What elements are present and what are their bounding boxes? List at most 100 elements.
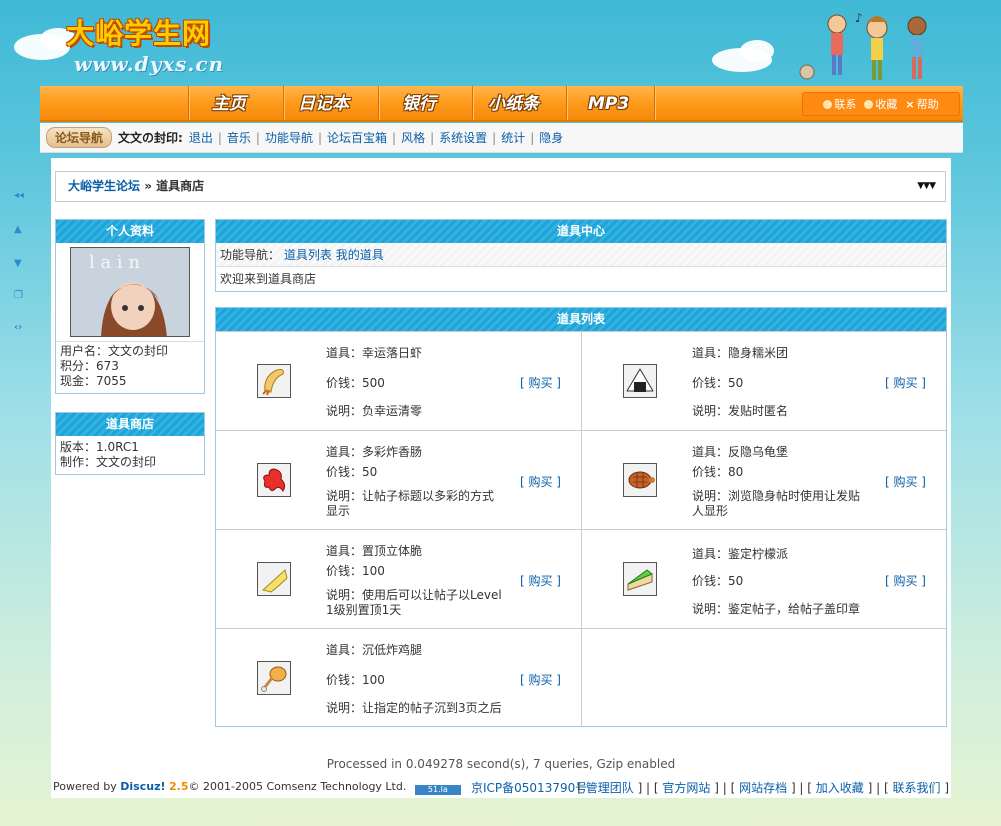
menu-link-feature-nav[interactable]: 功能导航 bbox=[265, 129, 313, 146]
item-name: 道具：幸运落日虾 bbox=[326, 346, 423, 360]
svg-text:l a i n: l a i n bbox=[89, 252, 140, 273]
menu-link-logout[interactable]: 退出 bbox=[189, 129, 213, 146]
profile-username: 文文の封印 bbox=[108, 344, 169, 358]
profile-points: 673 bbox=[96, 359, 119, 373]
footer-link-admin-team[interactable]: 管理团队 bbox=[586, 781, 634, 795]
welcome-message: 欢迎来到道具商店 bbox=[220, 272, 317, 286]
menu-link-style[interactable]: 风格 bbox=[401, 129, 425, 146]
nav-separator bbox=[566, 86, 568, 120]
footer-links: [ 管理团队 ] | [ 官方网站 ] | [ 网站存档 ] | [ 加入收藏 … bbox=[577, 781, 949, 795]
footer-link-contact[interactable]: 联系我们 bbox=[892, 781, 940, 795]
menu-link-stats[interactable]: 统计 bbox=[501, 129, 525, 146]
buy-button[interactable]: [ 购买 ] bbox=[520, 671, 561, 688]
person-icon bbox=[823, 100, 833, 109]
footer-link-add-favorite[interactable]: 加入收藏 bbox=[816, 781, 864, 795]
scroll-down-icon[interactable]: ▼ bbox=[14, 258, 22, 269]
item-list-box: 道具列表 道具：幸运落日虾 价钱：500 说明：负幸运清零 [ 购买 ] 道具：… bbox=[215, 307, 947, 727]
top-links: 联系 收藏 × 帮助 bbox=[802, 92, 960, 116]
forum-nav-button[interactable]: 论坛导航 bbox=[46, 127, 113, 148]
discuz-link[interactable]: Discuz! bbox=[120, 780, 165, 793]
nav-item-diary[interactable]: 日记本 bbox=[298, 91, 349, 117]
nav-separator bbox=[472, 86, 474, 120]
lemon-pie-icon bbox=[623, 562, 657, 596]
drumstick-icon bbox=[257, 661, 291, 695]
expand-icon[interactable]: ‹› bbox=[14, 322, 22, 333]
kids-illustration: ♪ bbox=[799, 11, 927, 80]
nav-item-home[interactable]: 主页 bbox=[212, 91, 246, 117]
profile-box: 个人资料 l a i n 用户名：文文の封印 积分：673 现金：7055 bbox=[55, 219, 205, 394]
buy-button[interactable]: [ 购买 ] bbox=[885, 572, 926, 589]
shop-info: 版本：1.0RC1 制作：文文の封印 bbox=[56, 436, 204, 474]
item-card: 道具：置顶立体脆 价钱：100 说明：使用后可以让帖子以Level 1级别置顶1… bbox=[216, 529, 582, 628]
cone-icon bbox=[257, 562, 291, 596]
scroll-up-icon[interactable]: ▲ bbox=[14, 224, 22, 235]
shop-info-box: 道具商店 版本：1.0RC1 制作：文文の封印 bbox=[55, 412, 205, 475]
item-card: 道具：鉴定柠檬派 价钱：50 说明：鉴定帖子，给帖子盖印章 [ 购买 ] bbox=[582, 529, 946, 628]
processing-info: Processed in 0.049278 second(s), 7 queri… bbox=[326, 757, 676, 771]
svg-text:♪: ♪ bbox=[855, 11, 863, 25]
item-price: 价钱：50 bbox=[692, 376, 744, 390]
person-icon bbox=[864, 100, 874, 109]
breadcrumb: 大峪学生论坛 » 道具商店 ▼▼▼ bbox=[55, 171, 946, 202]
site-header: 大峪学生网 www.dyxs.cn ♪ bbox=[0, 0, 1001, 86]
buy-button[interactable]: [ 购买 ] bbox=[520, 473, 561, 490]
main-nav-bar: 主页 日记本 银行 小纸条 MP3 联系 收藏 × 帮助 bbox=[40, 86, 963, 122]
item-center-header: 道具中心 bbox=[216, 220, 946, 243]
item-description: 说明：发贴时匿名 bbox=[692, 404, 789, 418]
page-footer: Powered by Discuz! 2.5© 2001-2005 Comsen… bbox=[51, 776, 951, 798]
site-logo-title[interactable]: 大峪学生网 bbox=[66, 12, 211, 52]
menu-link-invisible[interactable]: 隐身 bbox=[539, 129, 563, 146]
item-description: 说明：让指定的帖子沉到3页之后 bbox=[326, 701, 502, 715]
buy-button[interactable]: [ 购买 ] bbox=[520, 572, 561, 589]
nav-item-mp3[interactable]: MP3 bbox=[588, 91, 629, 117]
item-list-header: 道具列表 bbox=[216, 308, 946, 331]
footer-link-archive[interactable]: 网站存档 bbox=[739, 781, 787, 795]
profile-info: 用户名：文文の封印 积分：673 现金：7055 bbox=[56, 341, 204, 393]
contact-link[interactable]: 联系 bbox=[823, 96, 856, 112]
item-center-box: 道具中心 功能导航： 道具列表 我的道具 欢迎来到道具商店 bbox=[215, 219, 947, 292]
item-name: 道具：置顶立体脆 bbox=[326, 544, 423, 558]
item-description: 说明：让帖子标题以多彩的方式显示 bbox=[326, 489, 495, 518]
empty-cell bbox=[582, 628, 946, 727]
footer-link-official-site[interactable]: 官方网站 bbox=[662, 781, 710, 795]
powered-by: Powered by Discuz! 2.5© 2001-2005 Comsen… bbox=[53, 780, 462, 796]
item-description: 说明：使用后可以让帖子以Level 1级别置顶1天 bbox=[326, 588, 502, 617]
nav-separator bbox=[378, 86, 380, 120]
profile-cash-row: 现金：7055 bbox=[60, 374, 127, 388]
item-price: 价钱：100 bbox=[326, 673, 385, 687]
menu-link-toolbox[interactable]: 论坛百宝箱 bbox=[327, 129, 387, 146]
menu-link-settings[interactable]: 系统设置 bbox=[439, 129, 487, 146]
help-link[interactable]: × 帮助 bbox=[905, 96, 938, 112]
buy-button[interactable]: [ 购买 ] bbox=[885, 374, 926, 391]
buy-button[interactable]: [ 购买 ] bbox=[520, 374, 561, 391]
stats-badge[interactable]: 51.la bbox=[413, 784, 462, 796]
item-grid: 道具：幸运落日虾 价钱：500 说明：负幸运清零 [ 购买 ] 道具：隐身糯米团… bbox=[216, 331, 946, 727]
menu-link-music[interactable]: 音乐 bbox=[227, 129, 251, 146]
nav-item-bank[interactable]: 银行 bbox=[402, 91, 436, 117]
expand-arrows-icon[interactable]: ▼▼▼ bbox=[917, 172, 936, 201]
sausage-icon bbox=[257, 463, 291, 497]
item-name: 道具：反隐乌龟堡 bbox=[692, 445, 789, 459]
turtle-burger-icon bbox=[623, 463, 657, 497]
item-card: 道具：多彩炸香肠 价钱：50 说明：让帖子标题以多彩的方式显示 [ 购买 ] bbox=[216, 430, 582, 529]
item-card: 道具：隐身糯米团 价钱：50 说明：发贴时匿名 [ 购买 ] bbox=[582, 331, 946, 430]
window-icon[interactable]: ❐ bbox=[14, 290, 23, 301]
favorite-link[interactable]: 收藏 bbox=[864, 96, 897, 112]
item-list-link[interactable]: 道具列表 bbox=[284, 248, 332, 262]
buy-button[interactable]: [ 购买 ] bbox=[885, 473, 926, 490]
profile-username-row: 用户名：文文の封印 bbox=[60, 344, 169, 358]
icp-link[interactable]: 京ICP备05013790号 bbox=[471, 779, 587, 796]
item-name: 道具：多彩炸香肠 bbox=[326, 445, 423, 459]
avatar: l a i n bbox=[70, 247, 190, 337]
breadcrumb-forum-link[interactable]: 大峪学生论坛 bbox=[68, 179, 140, 193]
collapse-left-icon[interactable]: ◂◂ bbox=[14, 190, 24, 201]
my-items-link[interactable]: 我的道具 bbox=[336, 248, 384, 262]
close-icon: × bbox=[905, 98, 915, 111]
site-logo-url: www.dyxs.cn bbox=[74, 52, 225, 76]
nav-item-notes[interactable]: 小纸条 bbox=[488, 91, 539, 117]
breadcrumb-current: 道具商店 bbox=[156, 179, 205, 193]
profile-cash: 7055 bbox=[96, 374, 127, 388]
item-price: 价钱：100 bbox=[326, 564, 385, 578]
item-description: 说明：浏览隐身帖时使用让发贴人显形 bbox=[692, 489, 861, 518]
item-card: 道具：反隐乌龟堡 价钱：80 说明：浏览隐身帖时使用让发贴人显形 [ 购买 ] bbox=[582, 430, 946, 529]
